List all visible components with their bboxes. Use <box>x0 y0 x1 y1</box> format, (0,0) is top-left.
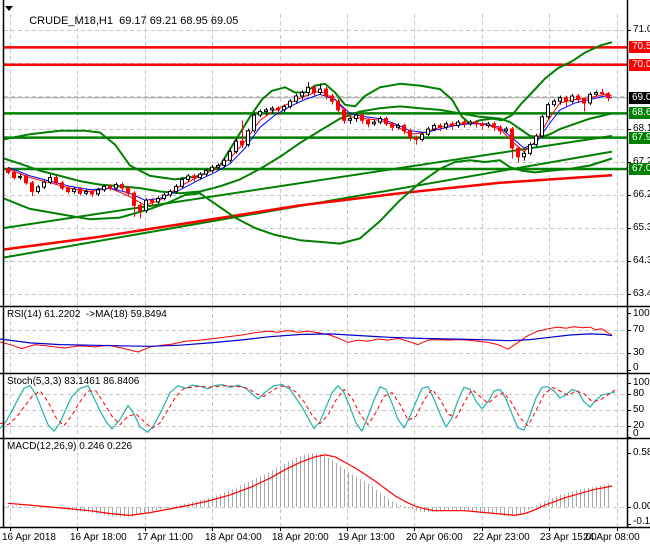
chart-title: CRUDE_M18,H1 69.17 69.21 68.95 69.05 <box>17 3 238 39</box>
price-badge-support: 67.00 <box>629 162 650 175</box>
rsi-tick-label: 100 <box>633 308 650 319</box>
price-badge-support: 67.90 <box>629 131 650 144</box>
rsi-indicator-label: RSI(14) 61.2202 ->MA(18) 59.8494 <box>7 309 167 320</box>
stoch-tick-label: 80 <box>633 387 645 399</box>
macd-tick-label: 0.58 <box>633 447 650 459</box>
price-badge-resistance: 70.50 <box>629 41 650 54</box>
time-label: 20 Apr 06:00 <box>406 532 463 543</box>
stoch-tick-label: 50 <box>633 403 645 415</box>
time-label: 16 Apr 18:00 <box>70 532 127 543</box>
time-label: 18 Apr 04:00 <box>205 532 262 543</box>
chart-window: 71.0068.1567.2066.2565.3064.3563.4070.50… <box>0 0 650 550</box>
stoch-tick-label: 0 <box>633 428 639 439</box>
time-label: 24 Apr 08:00 <box>583 532 640 543</box>
price-tick-label: 65.30 <box>633 221 650 233</box>
time-label: 16 Apr 2018 <box>2 532 56 543</box>
time-label: 17 Apr 11:00 <box>137 532 193 543</box>
macd-tick-label: -0.187 <box>633 516 650 527</box>
price-tick-label: 71.00 <box>633 24 650 35</box>
rsi-tick-label: 0 <box>633 362 639 373</box>
time-label: 18 Apr 20:00 <box>272 532 329 543</box>
macd-tick-label: 0.00 <box>633 501 650 512</box>
rsi-tick-label: 30 <box>633 346 645 358</box>
time-label: 19 Apr 13:00 <box>338 532 395 543</box>
stoch-indicator-label: Stoch(5,3,3) 83.1461 86.8406 <box>7 376 140 387</box>
price-badge-current: 69.05 <box>629 91 650 104</box>
time-label: 22 Apr 23:00 <box>473 532 530 543</box>
price-tick-label: 63.40 <box>633 287 650 299</box>
chart-symbol-timeframe: CRUDE_M18,H1 <box>29 15 113 27</box>
axis-labels-layer: 71.0068.1567.2066.2565.3064.3563.4070.50… <box>0 0 650 550</box>
price-tick-label: 66.25 <box>633 188 650 200</box>
rsi-tick-label: 70 <box>633 323 645 335</box>
price-tick-label: 64.35 <box>633 254 650 266</box>
symbol-dropdown-icon[interactable] <box>5 6 13 11</box>
chart-ohlc-values: 69.17 69.21 68.95 69.05 <box>119 15 239 27</box>
price-badge-support: 68.60 <box>629 107 650 120</box>
price-badge-resistance: 70.00 <box>629 58 650 71</box>
macd-indicator-label: MACD(12,26,9) 0.246 0.226 <box>7 441 133 452</box>
